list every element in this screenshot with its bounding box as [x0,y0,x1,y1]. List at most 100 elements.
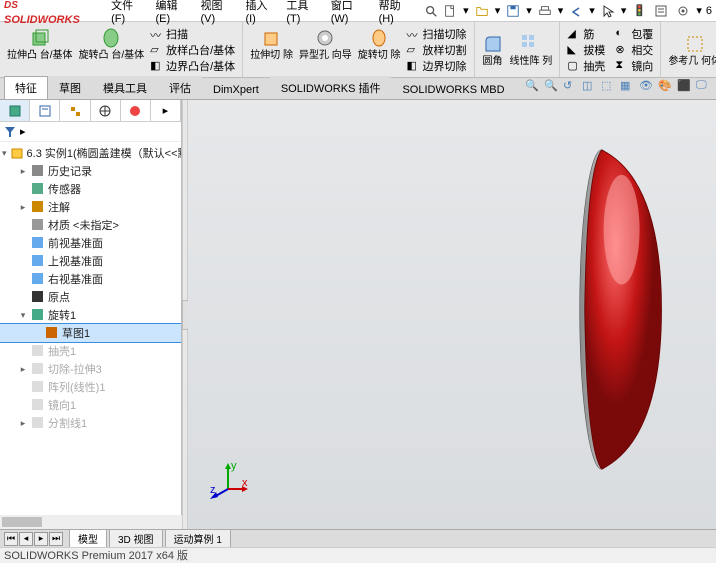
intersect-button[interactable]: ⊗相交 [613,42,655,58]
menu-file[interactable]: 文件(F) [108,0,148,25]
loft-cut-button[interactable]: ▱放样切割 [405,42,469,58]
feature-tree-tab[interactable] [0,100,30,121]
extrude-boss-button[interactable]: 拉伸凸 台/基体 [5,26,75,74]
menu-help[interactable]: 帮助(H) [376,0,418,25]
tree-root[interactable]: ▾ 6.3 实例1(椭圆盖建模（默认<<默认>_显 [0,144,181,162]
open-icon[interactable] [473,3,491,19]
filter-icon[interactable] [4,126,16,138]
view-orient-icon[interactable]: ⬚ [601,79,617,95]
menubar: 文件(F) 编辑(E) 视图(V) 插入(I) 工具(T) 窗口(W) 帮助(H… [108,0,441,25]
zoom-area-icon[interactable]: 🔍 [544,79,560,95]
shell-button[interactable]: ▢抽壳 [565,58,607,74]
hide-show-icon[interactable]: 👁 [639,79,655,95]
extrude-cut-button[interactable]: 拉伸切 除 [248,26,295,74]
tree-item[interactable]: 阵列(线性)1 [0,378,181,396]
options-icon[interactable] [674,3,692,19]
hole-wizard-button[interactable]: 异型孔 向导 [297,26,354,74]
search-icon[interactable] [421,4,441,18]
doc-props-icon[interactable] [652,3,670,19]
display-style-icon[interactable]: ▦ [620,79,636,95]
tree-item[interactable]: ▸分割线1 [0,414,181,432]
tab-addins[interactable]: SOLIDWORKS 插件 [270,76,392,99]
loft-button[interactable]: ▱放样凸台/基体 [148,42,237,58]
bottom-tabs: ⏮ ◂ ▸ ⏭ 模型 3D 视图 运动算例 1 [0,529,716,547]
print-icon[interactable] [536,3,554,19]
mirror-icon [31,398,45,412]
graphics-viewport[interactable]: y x z [188,100,716,529]
view-settings-icon[interactable]: 🖵 [696,79,712,95]
tree-item[interactable]: 前视基准面 [0,234,181,252]
tree-item[interactable]: 原点 [0,288,181,306]
select-icon[interactable] [599,3,617,19]
status-text: SOLIDWORKS Premium 2017 x64 版 [4,547,188,563]
menu-view[interactable]: 视图(V) [197,0,238,25]
filter-bar: ▸ [0,122,181,142]
tab-evaluate[interactable]: 评估 [158,76,202,99]
revolve-icon [31,308,45,322]
tree-item[interactable]: 右视基准面 [0,270,181,288]
scroll-prev-icon[interactable]: ◂ [19,532,33,546]
tree-item[interactable]: 抽壳1 [0,342,181,360]
new-doc-icon[interactable] [441,3,459,19]
feature-tree[interactable]: ▾ 6.3 实例1(椭圆盖建模（默认<<默认>_显 ▸历史记录传感器▸注解材质 … [0,142,181,529]
plane-icon [31,254,45,268]
scroll-last-icon[interactable]: ⏭ [49,532,63,546]
tab-features[interactable]: 特征 [4,76,48,99]
save-icon[interactable] [504,3,522,19]
tab-dimxpert[interactable]: DimXpert [202,80,270,99]
draft-button[interactable]: ◣拔模 [565,42,607,58]
tree-item[interactable]: 材质 <未指定> [0,216,181,234]
tree-item[interactable]: 传感器 [0,180,181,198]
menu-window[interactable]: 窗口(W) [328,0,372,25]
display-manager-tab[interactable] [121,100,151,121]
plane-icon [31,272,45,286]
plane-icon [31,236,45,250]
property-manager-tab[interactable] [30,100,60,121]
config-manager-tab[interactable] [60,100,90,121]
tree-item[interactable]: ▸切除-拉伸3 [0,360,181,378]
boundary-cut-button[interactable]: ◧边界切除 [405,58,469,74]
menu-edit[interactable]: 编辑(E) [153,0,194,25]
menu-insert[interactable]: 插入(I) [242,0,279,25]
fillet-button[interactable]: 圆角 [480,32,506,68]
boundary-button[interactable]: ◧边界凸台/基体 [148,58,237,74]
zoom-fit-icon[interactable]: 🔍 [525,79,541,95]
rib-button[interactable]: ◢筋 [565,26,607,42]
sweep-cut-button[interactable]: 〰扫描切除 [405,26,469,42]
section-view-icon[interactable]: ◫ [582,79,598,95]
prev-view-icon[interactable]: ↺ [563,79,579,95]
tree-item[interactable]: 草图1 [0,324,181,342]
tree-hscrollbar[interactable] [0,515,182,529]
mirror-button[interactable]: ⧗镜向 [613,58,655,74]
sweep-button[interactable]: 〰扫描 [148,26,237,42]
motion-study-tab[interactable]: 运动算例 1 [165,529,231,548]
ribbon-group-cut: 拉伸切 除 异型孔 向导 旋转切 除 〰扫描切除 ▱放样切割 ◧边界切除 [243,22,474,77]
cut-icon [31,362,45,376]
scroll-next-icon[interactable]: ▸ [34,532,48,546]
revolve-boss-button[interactable]: 旋转凸 台/基体 [77,26,147,74]
svg-text:z: z [210,484,216,496]
tree-item[interactable]: 上视基准面 [0,252,181,270]
ref-geometry-button[interactable]: 参考几 何体 [666,32,716,68]
tab-mold-tools[interactable]: 模具工具 [92,76,158,99]
tree-item[interactable]: ▾旋转1 [0,306,181,324]
revolve-cut-button[interactable]: 旋转切 除 [356,26,403,74]
tab-mbd[interactable]: SOLIDWORKS MBD [391,80,515,99]
rebuild-icon[interactable]: 🚦 [630,3,648,19]
tab-sketch[interactable]: 草图 [48,76,92,99]
scroll-first-icon[interactable]: ⏮ [4,532,18,546]
tree-item[interactable]: 镜向1 [0,396,181,414]
dimxpert-manager-tab[interactable] [91,100,121,121]
wrap-button[interactable]: ◐包覆 [613,26,655,42]
tree-item[interactable]: ▸历史记录 [0,162,181,180]
expand-tab[interactable]: ▸ [151,100,181,121]
model-tab[interactable]: 模型 [69,529,107,548]
menu-tools[interactable]: 工具(T) [283,0,323,25]
scene-icon[interactable]: ⬛ [677,79,693,95]
linear-pattern-button[interactable]: 线性阵 列 [508,32,555,68]
filter-dropdown-icon[interactable]: ▸ [20,125,26,138]
3dview-tab[interactable]: 3D 视图 [109,529,163,548]
undo-icon[interactable] [567,3,585,19]
tree-item[interactable]: ▸注解 [0,198,181,216]
appearance-icon[interactable]: 🎨 [658,79,674,95]
